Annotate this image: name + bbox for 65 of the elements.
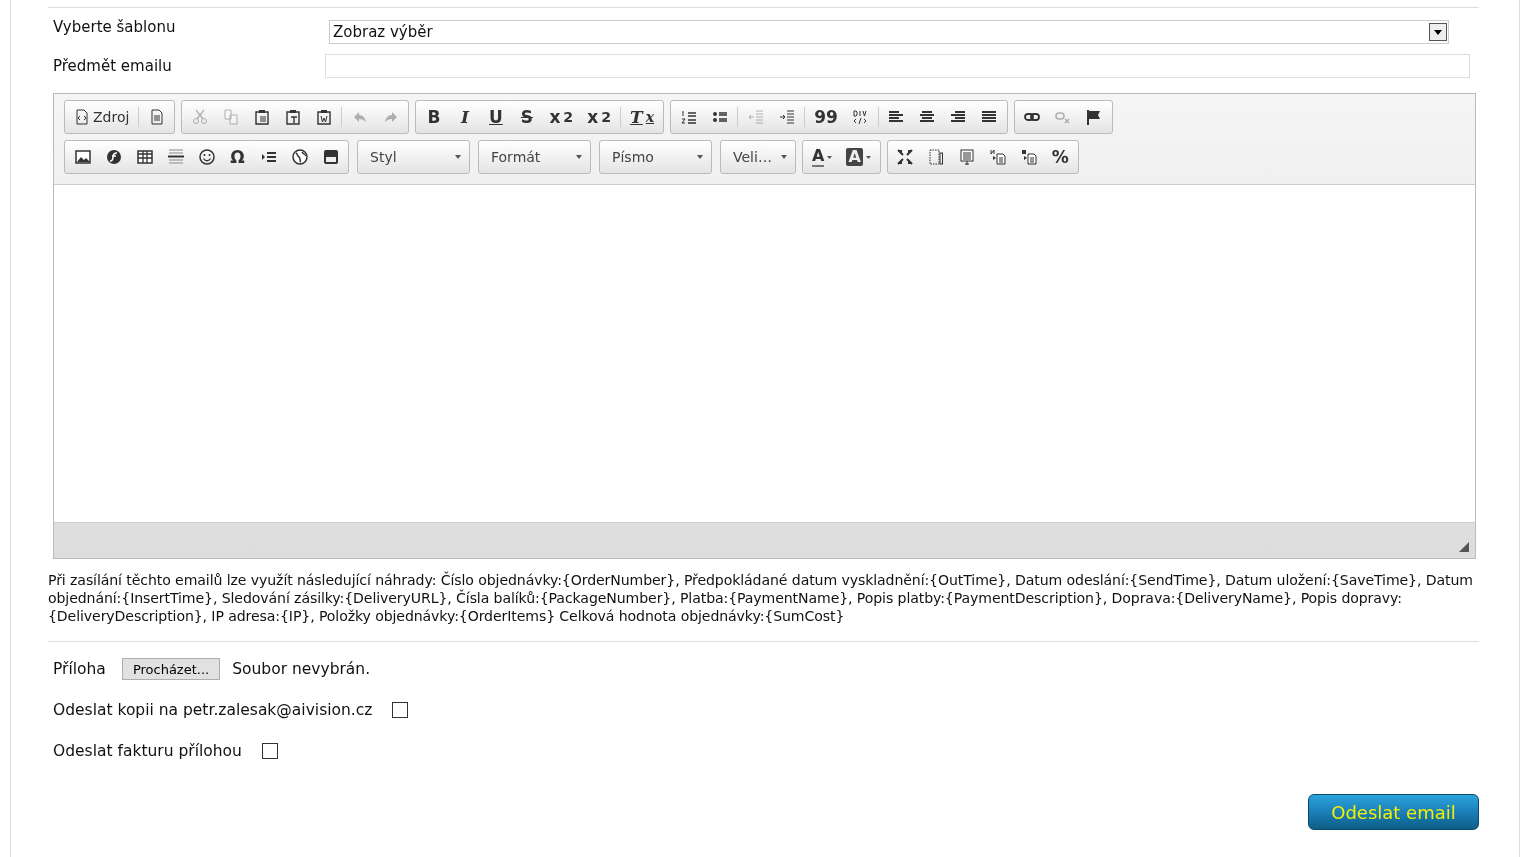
outdent-icon [747, 109, 764, 125]
redo-arrow-icon [382, 109, 399, 125]
strikethrough-button[interactable]: S [511, 103, 543, 131]
caret-icon [781, 155, 787, 159]
dropdown-combo[interactable]: Formát [478, 140, 591, 174]
horizontal-rule-icon [167, 149, 184, 165]
caret-icon [865, 155, 871, 159]
align-left-icon [888, 109, 905, 125]
bold-button[interactable]: B [418, 103, 450, 131]
dropdown-combo[interactable]: Písmo [599, 140, 712, 174]
justify-icon [981, 109, 998, 125]
subject-label: Předmět emailu [53, 57, 173, 75]
template-label: Vyberte šablonu [53, 18, 177, 36]
clipboard-icon [253, 109, 270, 125]
flag-icon [1086, 109, 1103, 125]
text-color-button[interactable]: A [805, 143, 840, 171]
dropdown-combo[interactable]: Styl [357, 140, 470, 174]
page-break-icon [260, 149, 277, 165]
indent-icon [778, 109, 795, 125]
scissors-icon [191, 109, 208, 125]
clipboard-icon [284, 109, 301, 125]
caret-icon [827, 155, 833, 159]
table-icon [136, 149, 153, 165]
document-icon [148, 109, 165, 125]
align-right-icon [950, 109, 967, 125]
bullet-list-icon [711, 109, 728, 125]
caret-icon [697, 155, 703, 159]
template-select[interactable]: Zobraz výběr [329, 20, 1449, 44]
broken-link-icon [1055, 109, 1072, 125]
send-email-button[interactable]: Odeslat email [1308, 794, 1479, 830]
underline-button[interactable]: U [480, 103, 512, 131]
file-status: Soubor nevybrán. [232, 660, 371, 678]
special-character-button[interactable]: Ω [222, 143, 253, 171]
smiley-icon [198, 149, 215, 165]
option-label: Odeslat fakturu přílohou [53, 742, 242, 760]
option-label: Odeslat kopii na petr.zalesak@aivision.cz [53, 701, 373, 719]
subject-field[interactable] [325, 54, 1470, 78]
globe-icon [291, 149, 308, 165]
caret-icon [455, 155, 461, 159]
maximize-arrows-icon [897, 149, 914, 165]
checkbox[interactable] [392, 702, 409, 718]
source-button[interactable]: Zdroj [67, 103, 137, 131]
resize-handle-icon[interactable] [1459, 542, 1469, 552]
insert-document-icon [990, 149, 1007, 165]
background-color-button[interactable]: A [839, 143, 878, 171]
help-text: Při zasílání těchto emailů lze využít následující náhrady: Číslo objednávky:{OrderNumber}, Předpokládané datum vyskladnění:{OutTime}, Datum odeslání:{SendTime}, Datum uložení:{SaveTime}, Datum objednání:{InsertTime}, Sledování zásilky:{DeliveryURL}, Čísla balíků:{PackageNumber}, Platba:{PaymentName}, Popis platby:{PaymentDescription}, Doprava:{DeliveryName}, Popis dopravy:{DeliveryDescription}, IP adresa:{IP}, Položky objednávky:{OrderItems} Celková hodnota objednávky:{SumCost} [48, 571, 1474, 625]
insert-document-icon [1021, 149, 1038, 165]
percent-button[interactable]: % [1044, 143, 1076, 171]
numbered-list-icon [680, 109, 697, 125]
quote-button[interactable]: 99 [807, 103, 845, 131]
caret-icon [576, 155, 582, 159]
attachment-label: Příloha [53, 660, 106, 678]
dropdown-combo[interactable]: Veli… [720, 140, 796, 174]
copy-icon [222, 109, 239, 125]
browse-button[interactable]: Procházet... [121, 658, 221, 680]
italic-button[interactable]: I [449, 103, 481, 131]
align-center-icon [919, 109, 936, 125]
flash-icon [105, 149, 122, 165]
template-icon [959, 149, 976, 165]
div-code-icon [852, 109, 869, 125]
show-blocks-icon [928, 149, 945, 165]
clipboard-icon [315, 109, 332, 125]
picture-icon [74, 149, 91, 165]
document-code-icon [74, 109, 90, 125]
checkbox[interactable] [261, 743, 278, 759]
